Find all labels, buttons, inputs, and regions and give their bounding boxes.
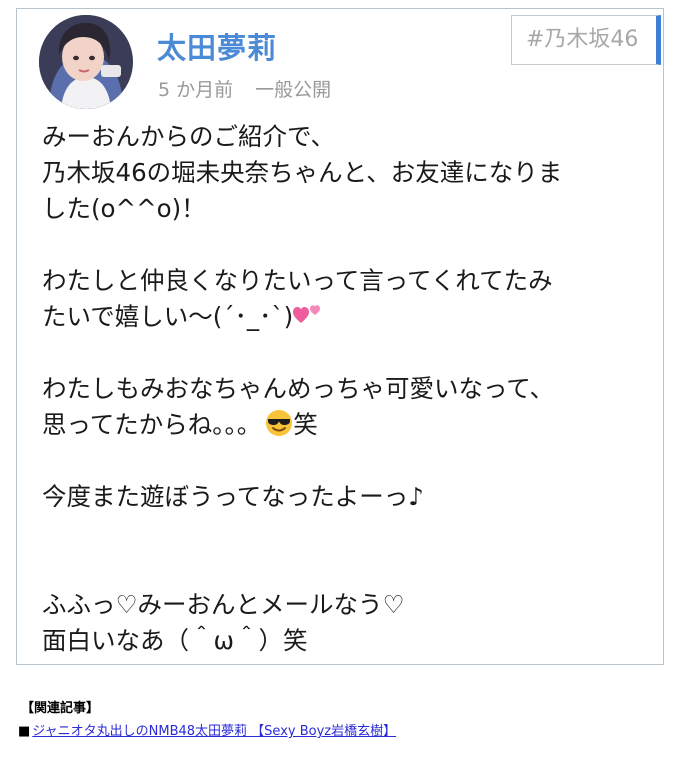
post-visibility: 一般公開 — [255, 79, 332, 101]
post-line: わたしもみおなちゃんめっちゃ可愛いなって、 — [42, 374, 555, 403]
post-line: 思ってたからね。。。 — [42, 410, 262, 439]
bullet-icon: ■ — [18, 724, 31, 739]
post-line: ふふっ♡みーおんとメールなう♡ — [42, 590, 405, 619]
post-line: した(o^^o)！ — [42, 194, 206, 223]
post-body: みーおんからのご紹介で、 乃木坂46の堀未央奈ちゃんと、お友達になりま した(o… — [42, 119, 642, 659]
post-line: 乃木坂46の堀未央奈ちゃんと、お友達になりま — [42, 158, 563, 187]
related-item: ■ ジャニオタ丸出しのNMB48太田夢莉 【Sexy Boyz岩橋玄樹】 — [18, 720, 396, 739]
post-line: わたしと仲良くなりたいって言ってくれてたみ — [42, 266, 553, 295]
smiling-face-with-sunglasses-icon — [265, 409, 293, 437]
related-article-link[interactable]: ジャニオタ丸出しのNMB48太田夢莉 【Sexy Boyz岩橋玄樹】 — [32, 724, 396, 739]
post-line: たいで嬉しい〜(´･_･`) — [42, 302, 294, 331]
hashtag-chip[interactable]: #乃木坂46 — [511, 15, 661, 65]
post-line: 今度また遊ぼうってなったよーっ♪ — [42, 482, 424, 511]
two-hearts-icon — [293, 301, 323, 325]
post-meta: 5 か月前 一般公開 — [158, 75, 331, 102]
avatar[interactable] — [39, 15, 133, 109]
author-name[interactable]: 太田夢莉 — [157, 25, 277, 67]
post-line: 面白いなあ（＾ω＾）笑 — [42, 626, 308, 655]
post-line-with-emoji: たいで嬉しい〜(´･_･`) — [42, 299, 642, 335]
post-card: 太田夢莉 5 か月前 一般公開 #乃木坂46 みーおんからのご紹介で、 乃木坂46… — [16, 8, 664, 665]
post-line-with-emoji: 思ってたからね。。。 笑 — [42, 407, 642, 443]
avatar-photo — [39, 15, 133, 109]
post-line: 笑 — [293, 410, 318, 439]
post-line: みーおんからのご紹介で、 — [42, 122, 336, 151]
related-heading: 【関連記事】 — [21, 701, 100, 716]
post-time[interactable]: 5 か月前 — [158, 79, 233, 101]
